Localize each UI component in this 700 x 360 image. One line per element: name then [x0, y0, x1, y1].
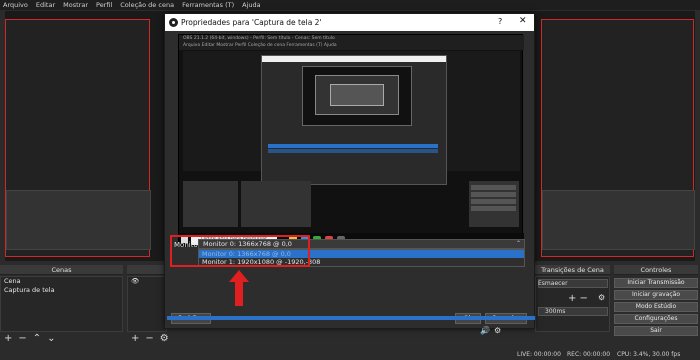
add-scene-button[interactable]: +: [4, 334, 12, 344]
menu-perfil[interactable]: Perfil: [96, 1, 112, 9]
source-item[interactable]: 👁: [128, 277, 166, 286]
inner-recursion: [302, 66, 412, 126]
add-source-button[interactable]: +: [131, 334, 139, 344]
inner-blue-row-2: [268, 149, 438, 153]
speaker-icon[interactable]: 🔊: [480, 326, 490, 335]
scenes-toolbar: + − ⌃ ⌄: [0, 333, 123, 345]
gear-icon[interactable]: ⚙: [160, 334, 169, 344]
help-icon[interactable]: ?: [498, 17, 502, 26]
status-bar: LIVE: 00:00:00 REC: 00:00:00 CPU: 3.4%, …: [0, 350, 700, 360]
inner-ctrl-btn: [471, 199, 516, 204]
scenes-dock-title: Cenas: [0, 265, 123, 275]
rec-time: REC: 00:00:00: [567, 351, 611, 358]
live-time: LIVE: 00:00:00: [517, 351, 561, 358]
preview-source-left: [5, 19, 151, 257]
inner-sources-dock: [241, 181, 311, 227]
remove-scene-button[interactable]: −: [18, 334, 26, 344]
exit-button[interactable]: Sair: [614, 326, 698, 336]
inner-controls-dock: [469, 181, 519, 227]
menu-ajuda[interactable]: Ajuda: [242, 1, 260, 9]
eye-icon[interactable]: 👁: [131, 277, 139, 286]
capture-preview: OBS 21.1.2 (64-bit, windows) - Perfil: S…: [178, 34, 524, 247]
mini-controls-panel: [542, 190, 695, 250]
start-streaming-button[interactable]: Iniciar Transmissão: [614, 278, 698, 288]
add-transition-button[interactable]: + −: [568, 293, 588, 304]
duration-value: 300ms: [545, 308, 566, 315]
inner-ctrl-btn: [471, 206, 516, 211]
inner-ctrl-btn: [471, 185, 516, 190]
controls-dock-title: Controles: [614, 265, 698, 275]
inner-blue-row: [268, 144, 438, 148]
scenes-list: Cena Captura de tela: [0, 276, 123, 332]
obs-logo-icon: [169, 18, 178, 27]
annotation-arrow-icon: [229, 270, 249, 306]
inner-obs-title: OBS 21.1.2 (64-bit, windows) - Perfil: S…: [183, 36, 335, 41]
transition-select-value: Esmaecer: [538, 280, 568, 287]
inner-recursion-2: [315, 75, 399, 115]
inner-nested-titlebar: [262, 56, 446, 62]
chevron-down-icon: ⌃: [515, 240, 521, 247]
move-up-icon[interactable]: ⌃: [33, 334, 41, 344]
menu-colecao-de-cena[interactable]: Coleção de cena: [120, 1, 174, 9]
inner-obs-menu: Arquivo Editar Mostrar Perfil Coleção de…: [183, 43, 337, 48]
inner-obs-titlebar: OBS 21.1.2 (64-bit, windows) - Perfil: S…: [179, 35, 524, 50]
menu-arquivo[interactable]: Arquivo: [3, 1, 28, 9]
cpu-status: CPU: 3.4%, 30.00 fps: [617, 351, 681, 358]
sources-toolbar: + − ⚙: [127, 333, 169, 345]
inner-recursion-3: [330, 84, 384, 106]
transitions-panel: Esmaecer + − ⚙ 300ms: [535, 276, 610, 332]
scene-item[interactable]: Cena: [1, 277, 122, 286]
mini-scenes-panel: [6, 190, 151, 250]
start-recording-button[interactable]: Iniciar gravação: [614, 290, 698, 300]
annotation-highlight-box: [170, 235, 310, 267]
scene-item[interactable]: Captura de tela: [1, 286, 122, 295]
properties-dialog: Propriedades para 'Captura de tela 2' ? …: [164, 13, 535, 329]
duration-field[interactable]: 300ms: [538, 307, 608, 316]
remove-source-button[interactable]: −: [145, 334, 153, 344]
settings-button[interactable]: Configurações: [614, 314, 698, 324]
inner-nested-window: [261, 55, 447, 185]
mixer-gear-icon[interactable]: ⚙: [494, 326, 501, 335]
dialog-title: Propriedades para 'Captura de tela 2': [181, 18, 322, 27]
inner-scenes-dock: [183, 181, 238, 227]
studio-mode-button[interactable]: Modo Estúdio: [614, 302, 698, 312]
transitions-dock-title: Transições de Cena: [535, 265, 610, 275]
close-icon[interactable]: ✕: [519, 16, 527, 26]
inner-ctrl-btn: [471, 192, 516, 197]
menu-editar[interactable]: Editar: [36, 1, 55, 9]
sources-list: 👁: [127, 276, 167, 332]
dialog-titlebar[interactable]: Propriedades para 'Captura de tela 2' ? …: [165, 14, 534, 31]
sources-dock-title: [127, 265, 167, 275]
preview-source-right: [541, 19, 695, 257]
transition-select[interactable]: Esmaecer: [538, 279, 608, 288]
volume-meter-strip: [167, 316, 535, 320]
menu-bar: Arquivo Editar Mostrar Perfil Coleção de…: [0, 0, 700, 10]
move-down-icon[interactable]: ⌄: [47, 334, 55, 344]
menu-ferramentas[interactable]: Ferramentas (T): [182, 1, 234, 9]
menu-mostrar[interactable]: Mostrar: [63, 1, 88, 9]
transition-gear-icon[interactable]: ⚙: [598, 293, 605, 302]
